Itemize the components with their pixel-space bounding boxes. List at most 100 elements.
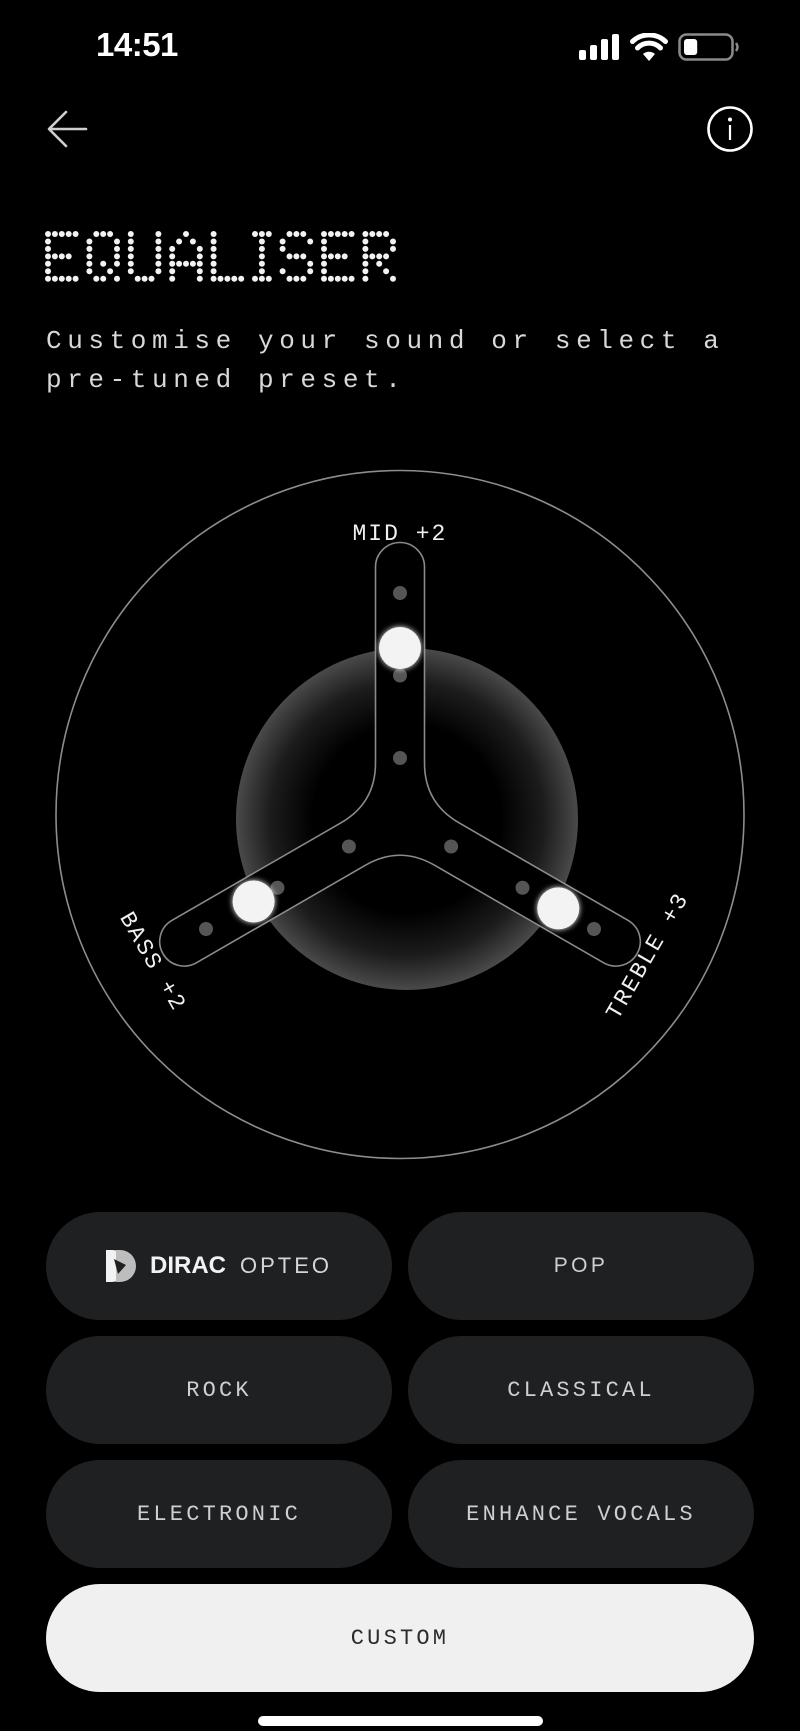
title-dot — [279, 268, 286, 275]
title-dot — [321, 238, 327, 245]
title-dot — [321, 253, 327, 260]
title-dot — [327, 231, 334, 237]
title-dot — [369, 253, 376, 260]
title-dot — [327, 275, 334, 282]
title-dot — [286, 275, 293, 282]
page-title — [45, 231, 396, 282]
mid-step-dot — [393, 668, 407, 683]
title-dot — [45, 245, 51, 252]
title-letter-l — [210, 231, 245, 282]
home-indicator[interactable] — [258, 1716, 543, 1726]
title-dot — [362, 253, 369, 260]
title-dot — [383, 268, 390, 275]
title-dot — [86, 268, 93, 275]
title-dot — [58, 275, 65, 282]
preset-electronic-button[interactable]: ELECTRONIC — [46, 1460, 392, 1568]
title-dot — [155, 238, 162, 245]
back-button[interactable] — [44, 106, 92, 152]
title-dot — [293, 253, 300, 260]
title-dot — [362, 268, 369, 275]
title-dot — [293, 231, 300, 237]
title-dot — [258, 238, 265, 245]
title-dot — [196, 260, 203, 267]
title-dot — [286, 253, 293, 260]
title-dot — [107, 231, 114, 237]
title-dot — [72, 275, 79, 282]
title-dot — [176, 260, 183, 267]
title-dot — [58, 253, 65, 260]
title-dot — [127, 268, 134, 275]
title-dot — [189, 260, 196, 267]
title-dot — [93, 231, 100, 237]
title-dot — [258, 245, 265, 252]
preset-enhance-vocals-button[interactable]: ENHANCE VOCALS — [408, 1460, 754, 1568]
title-dot — [341, 231, 348, 237]
title-dot — [258, 260, 265, 267]
title-dot — [210, 231, 217, 237]
title-dot — [45, 238, 51, 245]
title-dot — [51, 253, 58, 260]
title-dot — [376, 231, 383, 237]
title-letter-q — [86, 231, 120, 282]
title-dot — [65, 231, 72, 237]
status-time: 14:51 — [96, 26, 178, 63]
title-dot — [45, 253, 51, 260]
title-letter-s — [279, 231, 314, 282]
title-dot — [45, 231, 51, 237]
title-dot — [86, 260, 93, 267]
preset-label: POP — [553, 1254, 609, 1277]
info-button[interactable] — [706, 105, 754, 153]
title-dot — [376, 253, 383, 260]
title-dot — [169, 275, 176, 282]
title-dot — [321, 275, 327, 282]
title-dot — [196, 275, 203, 282]
treble-slider-knob[interactable] — [537, 887, 580, 930]
title-dot — [107, 268, 114, 275]
title-dot — [307, 238, 314, 245]
preset-classical-button[interactable]: CLASSICAL — [408, 1336, 754, 1444]
cellular-signal-icon — [579, 34, 619, 60]
title-dot — [114, 245, 120, 252]
title-dot — [265, 275, 272, 282]
title-dot — [141, 275, 148, 282]
title-dot — [51, 231, 58, 237]
title-dot — [279, 245, 286, 252]
title-dot — [258, 231, 265, 237]
title-dot — [265, 231, 272, 237]
title-dot — [307, 268, 314, 275]
title-dot — [369, 231, 376, 237]
preset-rock-button[interactable]: ROCK — [46, 1336, 392, 1444]
title-dot — [169, 253, 176, 260]
title-dot — [114, 260, 120, 267]
title-dot — [72, 231, 79, 237]
title-letter-r — [362, 231, 396, 282]
title-dot — [100, 260, 107, 267]
title-dot — [334, 253, 341, 260]
title-dot — [127, 245, 134, 252]
title-dot — [362, 231, 369, 237]
title-dot — [362, 238, 369, 245]
title-dot — [189, 238, 196, 245]
title-dot — [86, 238, 93, 245]
bass-slider-knob[interactable] — [232, 880, 275, 923]
preset-pop-button[interactable]: POP — [408, 1212, 754, 1320]
title-dot — [183, 231, 189, 237]
title-dot — [155, 253, 162, 260]
title-dot — [148, 275, 155, 282]
title-dot — [321, 231, 327, 237]
title-letter-e — [321, 231, 355, 282]
mid-slider-knob[interactable] — [379, 627, 421, 669]
title-dot — [238, 275, 245, 282]
title-dot — [224, 275, 231, 282]
title-dot — [169, 245, 176, 252]
title-dot — [210, 268, 217, 275]
title-dot — [362, 275, 369, 282]
title-dot — [210, 275, 217, 282]
title-dot — [45, 268, 51, 275]
preset-custom-button[interactable]: CUSTOM — [46, 1584, 754, 1692]
preset-label: ELECTRONIC — [136, 1501, 302, 1527]
preset-dirac-opteo-button[interactable]: DIRAC OPTEO — [46, 1212, 392, 1320]
treble-step-dot — [587, 922, 601, 936]
title-dot — [258, 253, 265, 260]
title-dot — [231, 275, 238, 282]
